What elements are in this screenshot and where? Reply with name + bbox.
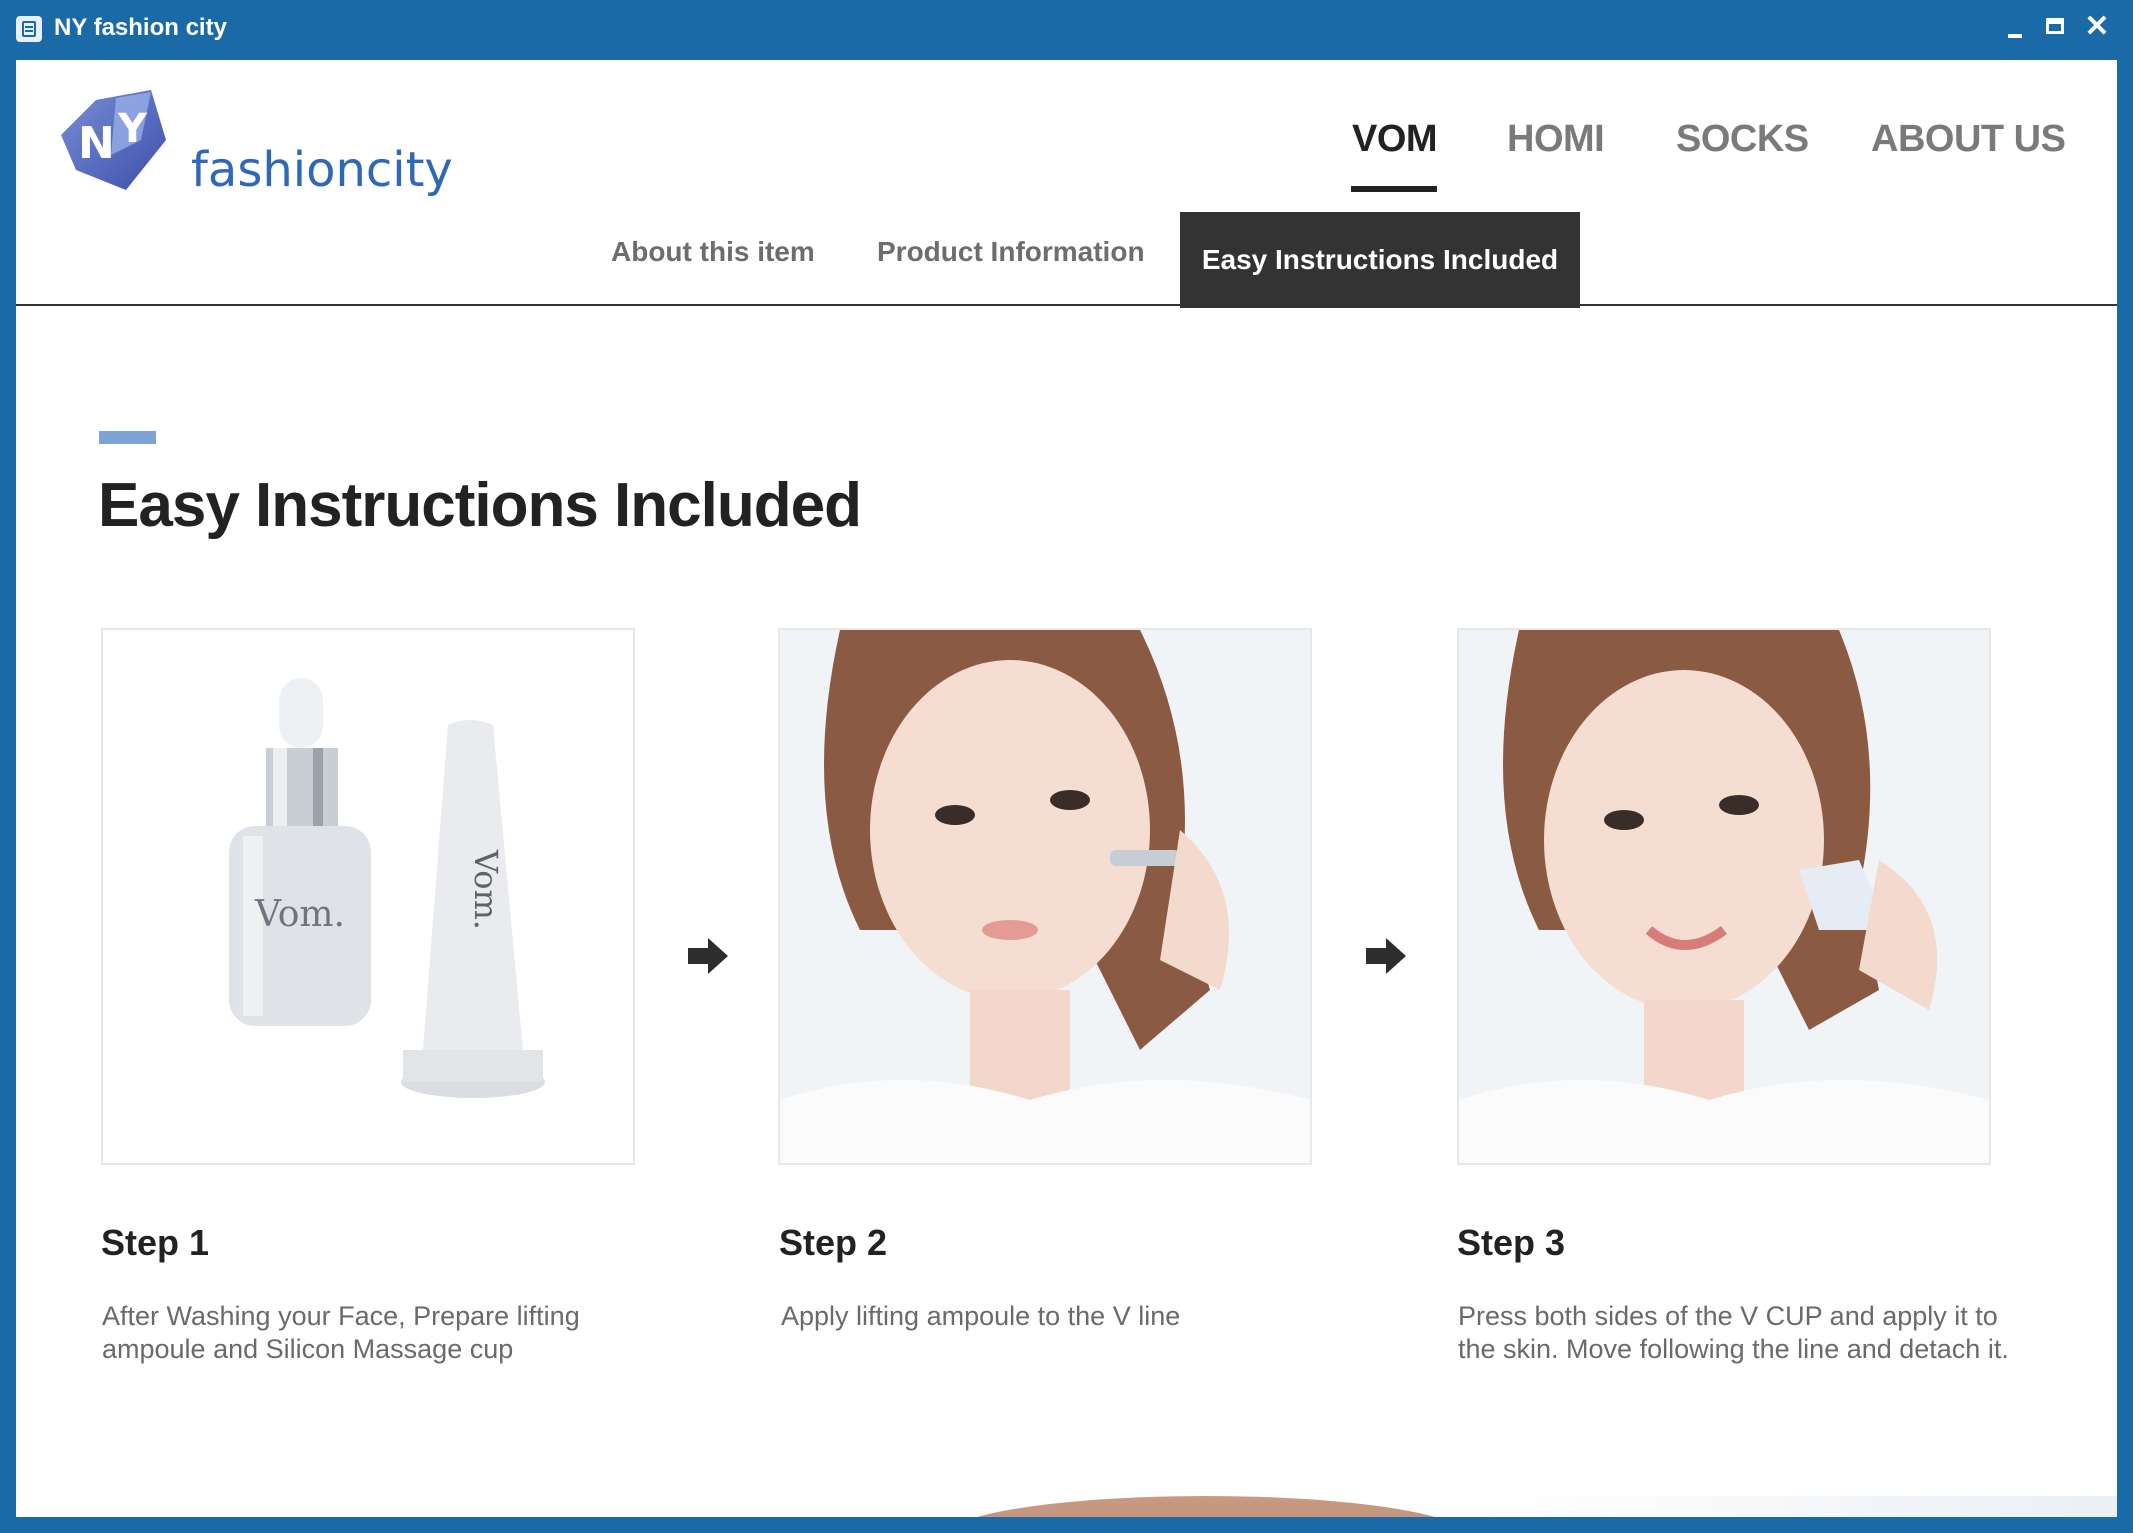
svg-text:Y: Y [117, 106, 148, 152]
window-titlebar: NY fashion city ✕ [0, 0, 2133, 60]
tab-easy-instructions[interactable]: Easy Instructions Included [1180, 212, 1580, 308]
app-icon [16, 16, 42, 42]
window-title: NY fashion city [54, 14, 227, 41]
nav-vom[interactable]: VOM [1352, 118, 1438, 161]
brand-logo[interactable]: N Y fashioncity [56, 80, 476, 210]
bottle-brand-label: Vom. [254, 894, 345, 935]
tab-about-this-item[interactable]: About this item [611, 236, 815, 268]
logo-mark-icon: N Y [61, 90, 166, 190]
nav-active-indicator [1351, 186, 1437, 192]
page-title: Easy Instructions Included [98, 471, 862, 540]
page-content: N Y fashioncity VOM HOMI SOCKS ABOUT US … [16, 60, 2117, 1517]
tab-product-information[interactable]: Product Information [877, 236, 1145, 268]
maximize-button[interactable] [2040, 12, 2074, 46]
step-2-description: Apply lifting ampoule to the V line [781, 1301, 1181, 1331]
step-2-image [778, 628, 1312, 1165]
cup-brand-label: Vom. [467, 849, 505, 930]
step-1-description: After Washing your Face, Prepare lifting… [102, 1301, 580, 1364]
logo-text: fashioncity [191, 142, 453, 198]
next-section-image [1476, 1496, 2117, 1517]
step-1-image: Vom. Vom. [101, 628, 635, 1165]
nav-socks[interactable]: SOCKS [1676, 118, 1809, 161]
step-3-description: Press both sides of the V CUP and apply … [1458, 1301, 2009, 1364]
svg-text:N: N [78, 118, 115, 169]
step-1-title: Step 1 [101, 1222, 210, 1263]
arrow-right-icon [688, 936, 728, 976]
heading-accent-bar [99, 431, 156, 444]
arrow-right-icon [1366, 936, 1406, 976]
nav-homi[interactable]: HOMI [1507, 118, 1605, 161]
step-2-title: Step 2 [779, 1222, 888, 1263]
nav-about-us[interactable]: ABOUT US [1871, 118, 2066, 161]
close-button[interactable]: ✕ [2080, 12, 2114, 46]
minimize-button[interactable] [2000, 12, 2034, 46]
step-3-title: Step 3 [1457, 1222, 1566, 1263]
next-section-image-hair [946, 1496, 1466, 1517]
subnav-divider [16, 304, 2117, 306]
step-3-image [1457, 628, 1991, 1165]
